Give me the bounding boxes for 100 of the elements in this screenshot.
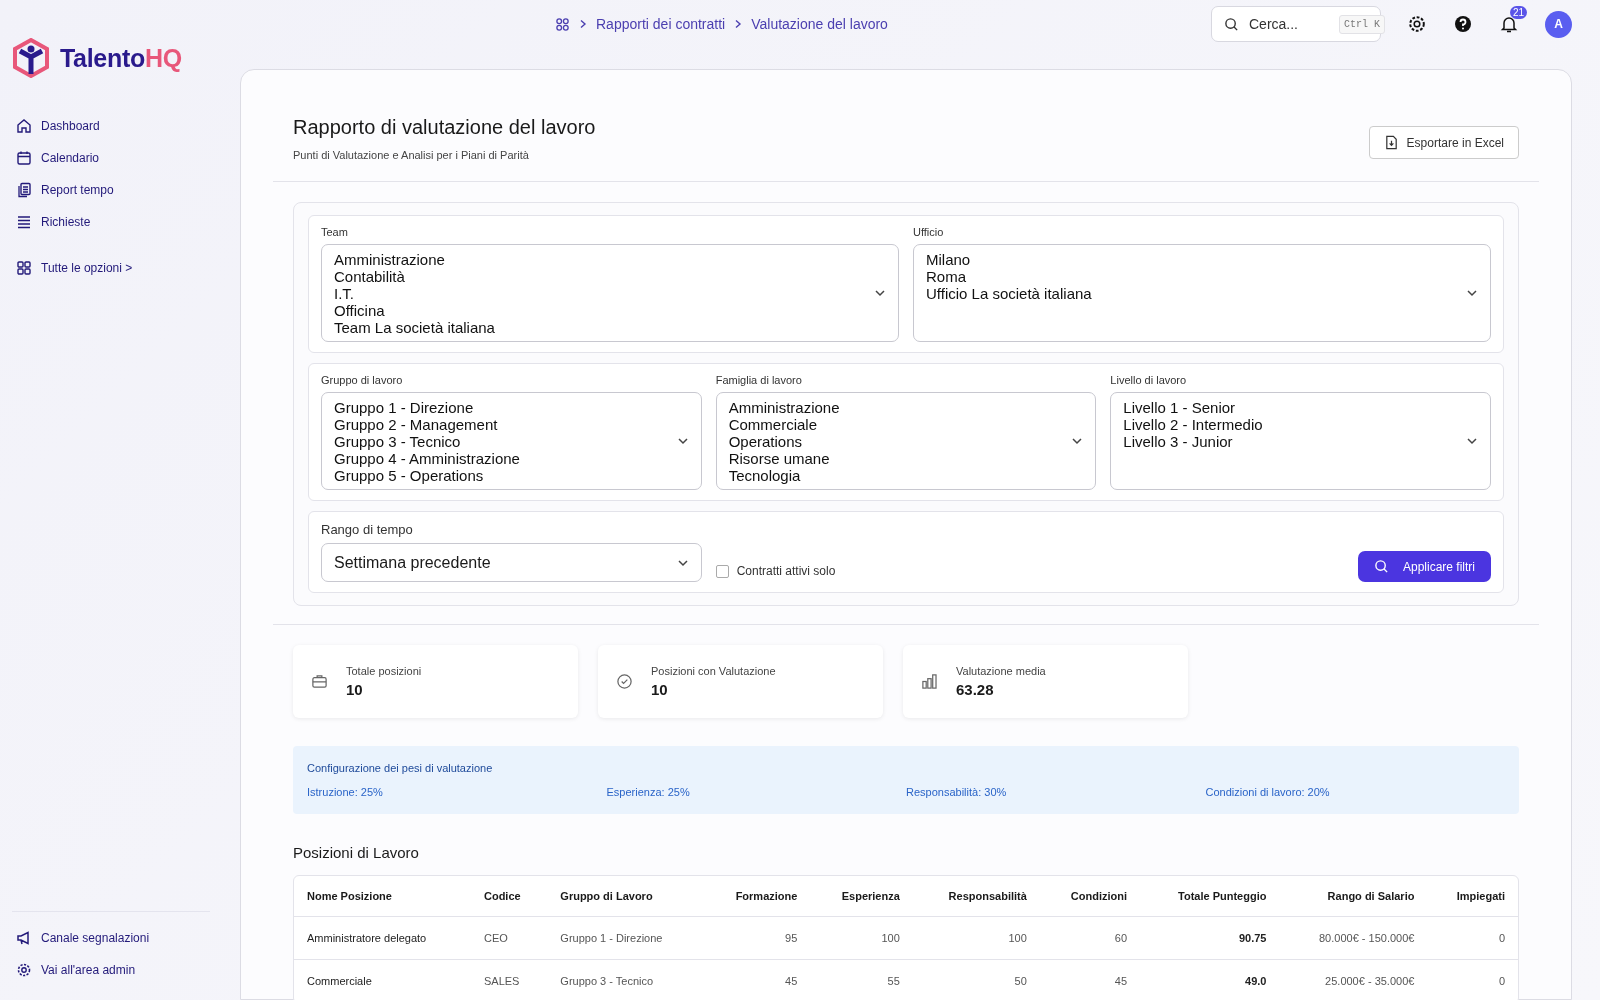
select-option[interactable]: Amministrazione — [334, 251, 874, 268]
page-title: Rapporto di valutazione del lavoro — [293, 116, 596, 139]
select-option[interactable]: Operations — [728, 433, 1072, 450]
select-option[interactable]: Milano — [926, 251, 1466, 268]
field-label: Rango di tempo — [321, 522, 414, 537]
apply-filters-button[interactable]: Applicare filtri — [1357, 551, 1491, 582]
table-cell: Amministratore delegato — [294, 916, 471, 960]
select-option[interactable]: Officina — [334, 302, 874, 319]
stat-value: 10 — [346, 681, 364, 698]
column-header: Rango di Salario — [1279, 876, 1428, 917]
brand-name: TalentoHQ — [60, 43, 182, 73]
field-label: Team — [321, 226, 349, 238]
bar-chart-icon — [921, 673, 938, 690]
sidebar-item[interactable]: Canale segnalazioni — [16, 926, 210, 950]
select-option[interactable]: Risorse umane — [728, 450, 1072, 467]
settings-icon[interactable] — [1407, 14, 1427, 34]
weight-value: Istruzione: 25% — [307, 786, 384, 798]
check-circle-icon — [616, 673, 633, 690]
weights-title: Configurazione dei pesi di valutazione — [307, 762, 494, 774]
chevron-down-icon — [676, 435, 689, 447]
file-download-icon — [1383, 135, 1399, 150]
table-cell: 49.0 — [1140, 959, 1280, 1000]
multi-select[interactable]: Gruppo 1 - Direzione Gruppo 2 - Management Gruppo 3 - Tecnico Gruppo 4 - Amministrazione Gruppo 5 - Operations — [321, 392, 702, 490]
breadcrumb-link[interactable]: Valutazione del lavoro — [751, 16, 888, 32]
select-option[interactable]: Gruppo 5 - Operations — [334, 467, 677, 484]
search-icon — [1224, 16, 1239, 32]
multi-select[interactable]: Milano Roma Ufficio La società italiana — [913, 244, 1491, 342]
select-option[interactable]: Gruppo 2 - Management — [334, 416, 677, 433]
column-header: Responsabilità — [912, 876, 1040, 917]
select-option[interactable]: Livello 3 - Junior — [1123, 433, 1466, 450]
select-option[interactable]: Contabilità — [334, 268, 874, 285]
breadcrumb-link[interactable]: Rapporti dei contratti — [596, 16, 726, 32]
checkbox[interactable] — [715, 564, 729, 578]
table-cell: 45 — [1039, 959, 1141, 1000]
bell-icon[interactable] — [1499, 14, 1519, 34]
briefcase-icon — [311, 673, 328, 690]
table-cell: 0 — [1427, 916, 1518, 960]
stat-value: 10 — [651, 681, 669, 698]
table-cell: Commerciale — [294, 959, 471, 1000]
select-option[interactable]: Amministrazione — [728, 399, 1072, 416]
checkbox-label: Contratti attivi solo — [736, 564, 836, 578]
table-cell: Gruppo 1 - Direzione — [547, 916, 704, 960]
column-header: Nome Posizione — [294, 876, 471, 917]
select-option[interactable]: Livello 1 - Senior — [1123, 399, 1466, 416]
stat-label: Totale posizioni — [346, 665, 422, 677]
sidebar-item[interactable]: Vai all'area admin — [16, 958, 210, 982]
column-header: Gruppo di Lavoro — [547, 876, 704, 917]
table-cell: 100 — [810, 916, 913, 960]
field-label: Livello di lavoro — [1110, 374, 1188, 386]
table-cell: 80.000€ - 150.000€ — [1279, 916, 1428, 960]
chevron-right-icon — [578, 19, 588, 29]
sidebar-item[interactable]: Calendario — [16, 146, 240, 170]
table-cell: 95 — [703, 916, 811, 960]
weight-value: Responsabilità: 30% — [906, 786, 1008, 798]
column-header: Totale Punteggio — [1140, 876, 1280, 917]
column-header: Impiegati — [1427, 876, 1518, 917]
calendar-icon — [16, 150, 32, 166]
help-icon[interactable] — [1453, 14, 1473, 34]
sidebar-item[interactable]: Dashboard — [16, 114, 240, 138]
search-field[interactable]: Cerca... — [1247, 15, 1331, 33]
chevron-down-icon — [1466, 287, 1478, 299]
table-cell: 25.000€ - 35.000€ — [1279, 959, 1428, 1000]
table-cell: 90.75 — [1140, 916, 1280, 960]
table-title: Posizioni di Lavoro — [293, 844, 420, 861]
select-option[interactable]: Commerciale — [728, 416, 1072, 433]
sidebar-item[interactable]: Report tempo — [16, 178, 240, 202]
home-icon — [16, 118, 32, 134]
select-option[interactable]: Tecnologia — [728, 467, 1072, 484]
select-option[interactable]: I.T. — [334, 285, 874, 302]
select-option[interactable]: Gruppo 3 - Tecnico — [334, 433, 677, 450]
multi-select[interactable]: Livello 1 - Senior Livello 2 - Intermedio Livello 3 - Junior — [1110, 392, 1491, 490]
select-option[interactable]: Gruppo 1 - Direzione — [334, 399, 677, 416]
sidebar-item[interactable]: Richieste — [16, 210, 240, 234]
column-header: Esperienza — [810, 876, 913, 917]
table-cell: 0 — [1427, 959, 1518, 1000]
all-options-link[interactable]: Tutte le opzioni > — [16, 256, 240, 280]
field-label: Famiglia di lavoro — [715, 374, 803, 386]
chevron-down-icon — [1071, 435, 1084, 447]
table-cell: 60 — [1039, 916, 1141, 960]
column-header: Formazione — [703, 876, 811, 917]
export-button[interactable]: Esportare in Excel — [1368, 126, 1519, 159]
weight-value: Condizioni di lavoro: 20% — [1205, 786, 1331, 798]
select-option[interactable]: Team La società italiana — [334, 319, 874, 336]
select-option[interactable]: Gruppo 4 - Amministrazione — [334, 450, 677, 467]
select-option[interactable]: Livello 2 - Intermedio — [1123, 416, 1466, 433]
multi-select[interactable]: Amministrazione Contabilità I.T. Officina Team La società italiana — [321, 244, 899, 342]
stat-label: Valutazione media — [956, 665, 1046, 677]
field-label: Ufficio — [913, 226, 945, 238]
grid-icon[interactable] — [555, 16, 570, 32]
column-header: Codice — [470, 876, 548, 917]
avatar[interactable]: A — [1545, 10, 1572, 38]
select-option[interactable]: Roma — [926, 268, 1466, 285]
weight-value: Esperienza: 25% — [606, 786, 691, 798]
multi-select[interactable]: Amministrazione Commerciale Operations Risorse umane Tecnologia — [715, 392, 1097, 490]
table-cell: SALES — [470, 959, 548, 1000]
shortcut-hint: Ctrl K — [1339, 14, 1385, 34]
page-subtitle: Punti di Valutazione e Analisi per i Piani di Parità — [293, 149, 530, 161]
megaphone-icon — [16, 930, 32, 946]
time-range-select[interactable]: Settimana precedente — [321, 543, 702, 582]
select-option[interactable]: Ufficio La società italiana — [926, 285, 1466, 302]
